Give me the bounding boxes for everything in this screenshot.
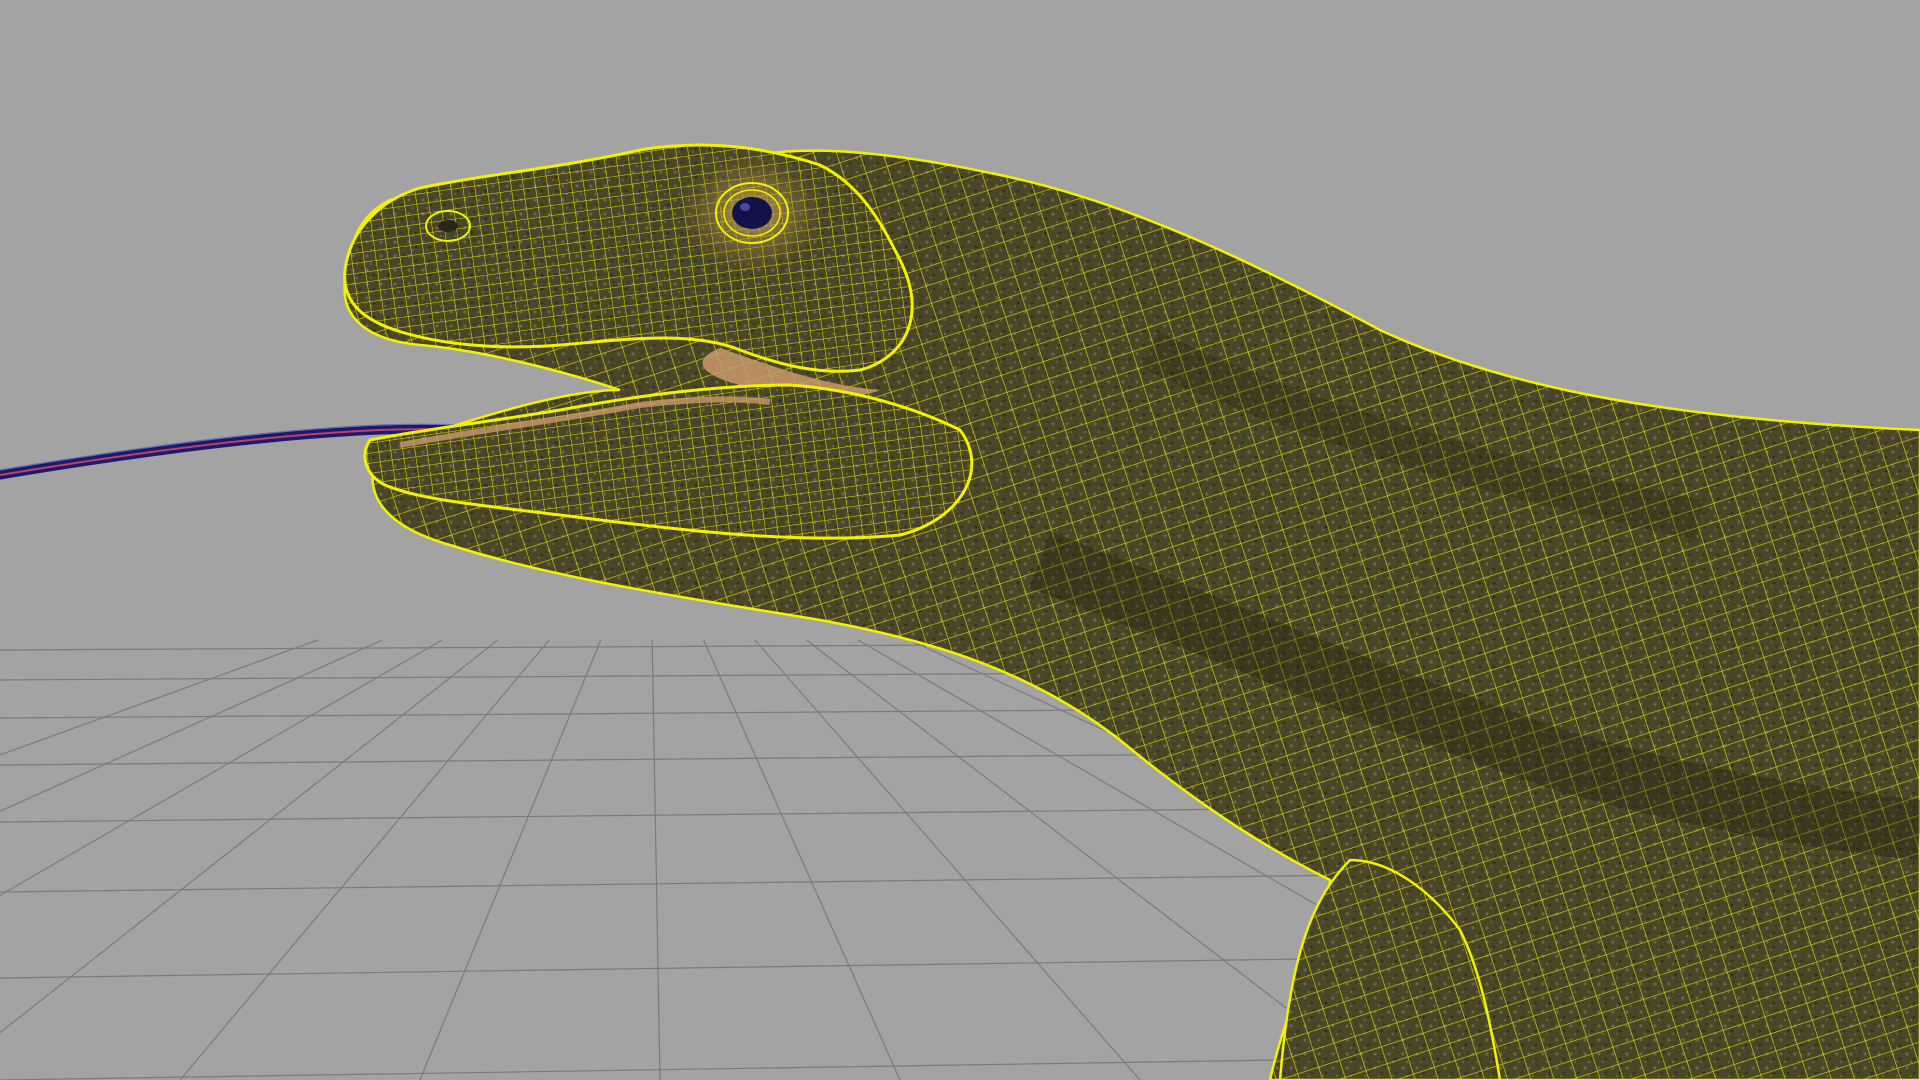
eye-icon [677, 151, 827, 275]
lizard-model[interactable] [343, 143, 1920, 1080]
grid-line [0, 639, 443, 896]
grid-line [0, 639, 499, 1034]
grid-line [703, 639, 901, 1080]
grid-line [651, 639, 661, 1080]
3d-viewport[interactable] [0, 0, 1920, 1080]
grid-line [419, 639, 602, 1080]
grid-line [0, 639, 319, 756]
grid-line [0, 639, 383, 812]
viewport-canvas[interactable] [0, 0, 1920, 1080]
